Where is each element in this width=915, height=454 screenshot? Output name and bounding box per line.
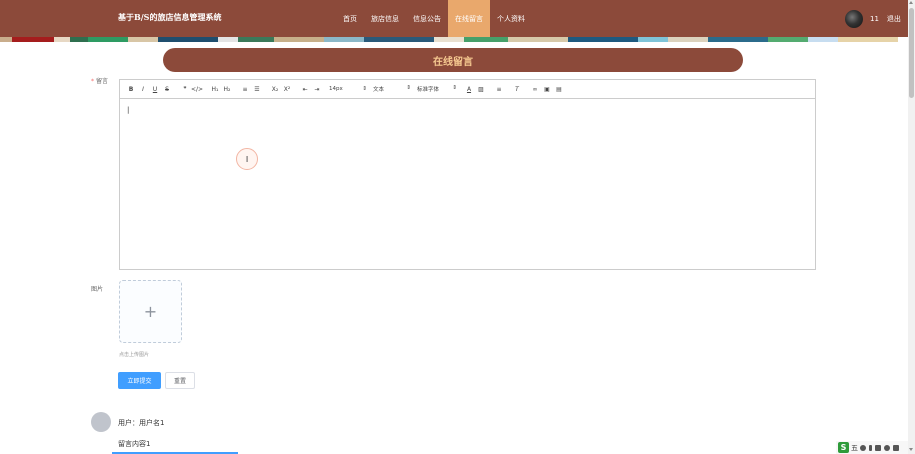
page-title: 在线留言 (433, 56, 473, 68)
text-caret: | (127, 106, 130, 114)
nav-item-profile[interactable]: 个人资料 (490, 0, 532, 37)
decorative-strip (0, 37, 908, 42)
comment-avatar (91, 412, 111, 432)
image-field-label: 图片 (91, 286, 104, 293)
user-area: 11 退出 (845, 9, 901, 28)
ime-tray: S 五 (836, 441, 908, 454)
font-family-value: 标准字体 (417, 87, 440, 93)
select-arrow-icon: ⇕ (406, 85, 411, 91)
strikethrough-button[interactable]: S (161, 86, 173, 93)
reset-button[interactable]: 重置 (165, 372, 195, 389)
image-upload-box[interactable]: + (119, 280, 182, 343)
blockquote-button[interactable]: ❞ (179, 86, 191, 93)
font-color-icon[interactable]: A (463, 86, 475, 93)
comment-user: 用户：用户名1 (118, 419, 165, 427)
site-title: 基于B/S的旅店信息管理系统 (118, 12, 222, 22)
outdent-button[interactable]: ⇤ (299, 86, 311, 93)
select-arrow-icon: ⇕ (362, 86, 367, 92)
nav-item-home[interactable]: 首页 (336, 0, 364, 37)
submit-button[interactable]: 立即提交 (118, 372, 161, 389)
page-scrollbar[interactable] (908, 0, 915, 454)
text-cursor-icon: I (245, 154, 249, 164)
editor-content-area[interactable]: | (120, 99, 815, 269)
select-arrow-icon: ⇕ (452, 85, 457, 91)
font-size-select[interactable]: 14px ⇕ (329, 86, 367, 92)
grid-icon[interactable] (893, 444, 899, 451)
code-block-button[interactable]: </> (191, 86, 203, 93)
main-nav: 首页 旅店信息 信息公告 在线留言 个人资料 (336, 0, 532, 37)
plus-icon: + (143, 302, 158, 321)
image-icon[interactable]: ▣ (541, 86, 553, 93)
mouse-cursor-indicator: I (236, 148, 258, 170)
nav-item-hotel-info[interactable]: 旅店信息 (364, 0, 406, 37)
page-title-banner: 在线留言 (163, 48, 743, 72)
user-avatar[interactable] (845, 9, 863, 28)
user-name: 11 (870, 14, 879, 23)
editor-toolbar: B I U S ❞ </> H₁ H₂ ≡ ☰ X₂ X² ⇤ ⇥ 14px ⇕ … (120, 80, 815, 99)
punctuation-icon[interactable] (869, 444, 872, 451)
video-icon[interactable]: ▤ (553, 86, 565, 93)
upload-hint: 点击上传图片 (119, 352, 150, 358)
paragraph-select[interactable]: 文本 ⇕ (373, 85, 411, 93)
font-size-value: 14px (329, 86, 343, 92)
indent-button[interactable]: ⇥ (311, 86, 323, 93)
italic-button[interactable]: I (137, 86, 149, 93)
clear-format-icon[interactable]: T (511, 86, 523, 93)
heading1-button[interactable]: H₁ (209, 86, 221, 93)
font-family-select[interactable]: 标准字体 ⇕ (417, 85, 457, 93)
nav-item-online-message[interactable]: 在线留言 (448, 0, 490, 37)
superscript-button[interactable]: X² (281, 86, 293, 93)
background-color-icon[interactable]: ▨ (475, 86, 487, 93)
ordered-list-button[interactable]: ≡ (239, 86, 251, 93)
nav-item-announcements[interactable]: 信息公告 (406, 0, 448, 37)
required-mark: * (91, 78, 94, 85)
bullet-list-button[interactable]: ☰ (251, 86, 263, 93)
scroll-down-arrow-icon[interactable] (909, 448, 913, 451)
heading2-button[interactable]: H₂ (221, 86, 233, 93)
logout-link[interactable]: 退出 (887, 14, 901, 24)
link-icon[interactable]: ∞ (529, 86, 541, 93)
paragraph-value: 文本 (373, 87, 385, 93)
scroll-up-arrow-icon[interactable] (909, 1, 913, 4)
top-header: 基于B/S的旅店信息管理系统 首页 旅店信息 信息公告 在线留言 个人资料 11… (0, 0, 908, 37)
align-icon[interactable]: ≡ (493, 86, 505, 93)
comment-content: 留言内容1 (118, 440, 151, 448)
ime-logo-icon[interactable]: S (838, 442, 849, 453)
moon-icon[interactable] (860, 444, 866, 451)
user-icon[interactable] (884, 444, 890, 451)
keyboard-icon[interactable] (875, 444, 881, 451)
message-label-text: 留言 (96, 78, 109, 85)
scroll-thumb[interactable] (909, 8, 914, 98)
underline-button[interactable]: U (149, 86, 161, 93)
ime-mode-char[interactable]: 五 (851, 443, 858, 453)
message-field-label: * 留言 (91, 76, 108, 85)
rich-text-editor: B I U S ❞ </> H₁ H₂ ≡ ☰ X₂ X² ⇤ ⇥ 14px ⇕ … (119, 79, 816, 270)
subscript-button[interactable]: X₂ (269, 86, 281, 93)
bold-button[interactable]: B (125, 86, 137, 93)
